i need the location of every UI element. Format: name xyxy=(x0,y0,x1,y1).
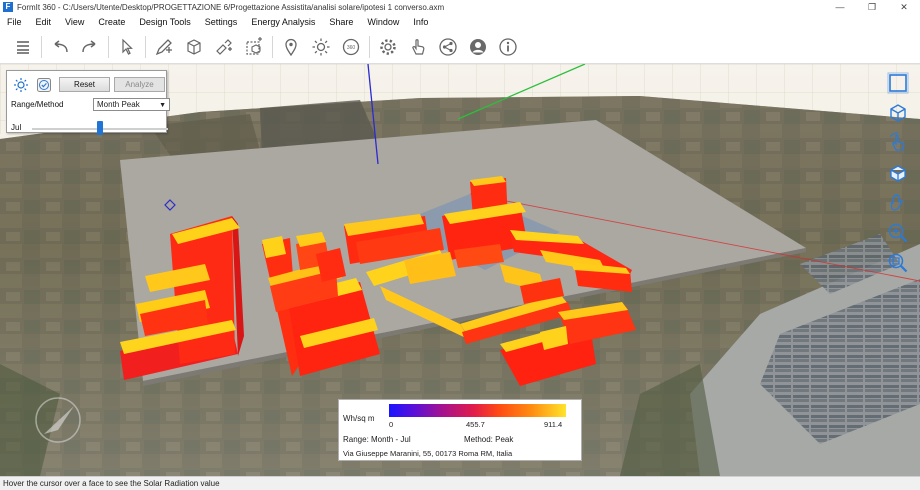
solar-radiation-legend: Wh/sq m 0 455.7 911.4 Range: Month - Jul… xyxy=(338,399,582,461)
menu-design-tools[interactable]: Design Tools xyxy=(132,14,197,31)
minimize-button[interactable]: — xyxy=(824,0,856,14)
legend-unit: Wh/sq m xyxy=(343,414,375,423)
cube-icon[interactable] xyxy=(179,34,209,60)
zoom-extents-icon[interactable] xyxy=(886,70,910,95)
analyze-button[interactable]: Analyze xyxy=(114,77,165,92)
legend-color-bar xyxy=(389,404,566,417)
formit-window: F FormIt 360 - C:/Users/Utente/Desktop/P… xyxy=(0,0,920,490)
location-icon[interactable] xyxy=(276,34,306,60)
window-title: FormIt 360 - C:/Users/Utente/Desktop/PRO… xyxy=(17,2,445,12)
share-icon[interactable] xyxy=(433,34,463,60)
toolbar: 360 xyxy=(0,31,920,64)
menu-bar: File Edit View Create Design Tools Setti… xyxy=(0,14,920,31)
solar-analysis-panel: Reset Analyze Range/Method Month Peak ▼ … xyxy=(6,70,170,135)
method-dropdown[interactable]: Month Peak ▼ xyxy=(93,98,170,111)
group-icon[interactable] xyxy=(239,34,269,60)
settings-icon[interactable] xyxy=(373,34,403,60)
sketch-icon[interactable] xyxy=(149,34,179,60)
checkbox-icon[interactable] xyxy=(35,76,53,94)
menu-file[interactable]: File xyxy=(0,14,29,31)
solar-analysis-icon[interactable]: 360 xyxy=(336,34,366,60)
toolbar-separator xyxy=(272,36,273,58)
menu-share[interactable]: Share xyxy=(322,14,360,31)
view-cube-icon[interactable] xyxy=(886,100,910,125)
navigation-toolbar xyxy=(886,70,912,280)
toolbar-separator xyxy=(145,36,146,58)
restore-button[interactable]: ❐ xyxy=(856,0,888,14)
zoom-fit-icon[interactable] xyxy=(886,250,910,275)
reset-button[interactable]: Reset xyxy=(59,77,110,92)
look-around-icon[interactable] xyxy=(886,160,910,185)
pan-hand-icon[interactable] xyxy=(886,190,910,215)
info-icon[interactable] xyxy=(493,34,523,60)
redo-icon[interactable] xyxy=(75,34,105,60)
toolbar-separator xyxy=(108,36,109,58)
select-icon[interactable] xyxy=(112,34,142,60)
undo-icon[interactable] xyxy=(45,34,75,60)
range-method-label: Range/Method xyxy=(11,100,64,109)
close-button[interactable]: ✕ xyxy=(888,0,920,14)
menu-window[interactable]: Window xyxy=(360,14,406,31)
menu-create[interactable]: Create xyxy=(91,14,132,31)
month-slider-thumb[interactable] xyxy=(97,121,103,135)
legend-min: 0 xyxy=(389,420,394,429)
menu-view[interactable]: View xyxy=(58,14,91,31)
legend-range: Range: Month - Jul xyxy=(343,435,411,444)
status-bar: Hover the cursor over a face to see the … xyxy=(0,476,920,490)
chevron-down-icon: ▼ xyxy=(159,102,166,109)
sun-icon[interactable] xyxy=(306,34,336,60)
menu-energy-analysis[interactable]: Energy Analysis xyxy=(244,14,322,31)
svg-text:360: 360 xyxy=(347,45,356,51)
layers-icon[interactable] xyxy=(8,34,38,60)
toolbar-separator xyxy=(369,36,370,58)
window-controls: — ❐ ✕ xyxy=(824,0,920,14)
formit-logo: F xyxy=(3,2,13,12)
menu-settings[interactable]: Settings xyxy=(198,14,245,31)
user-icon[interactable] xyxy=(463,34,493,60)
legend-address: Via Giuseppe Maranini, 55, 00173 Roma RM… xyxy=(343,449,513,458)
menu-edit[interactable]: Edit xyxy=(29,14,59,31)
month-label: Jul xyxy=(11,123,22,132)
sun-settings-icon[interactable] xyxy=(12,76,30,94)
legend-mid: 455.7 xyxy=(466,420,485,429)
paint-icon[interactable] xyxy=(209,34,239,60)
toolbar-separator xyxy=(41,36,42,58)
menu-info[interactable]: Info xyxy=(406,14,435,31)
building-mid xyxy=(262,236,286,258)
title-bar: F FormIt 360 - C:/Users/Utente/Desktop/P… xyxy=(0,0,920,14)
orbit-icon[interactable] xyxy=(886,130,910,155)
touch-icon[interactable] xyxy=(403,34,433,60)
legend-max: 911.4 xyxy=(544,420,563,429)
zoom-in-icon[interactable] xyxy=(886,220,910,245)
legend-method: Method: Peak xyxy=(464,435,514,444)
method-dropdown-value: Month Peak xyxy=(97,100,140,109)
